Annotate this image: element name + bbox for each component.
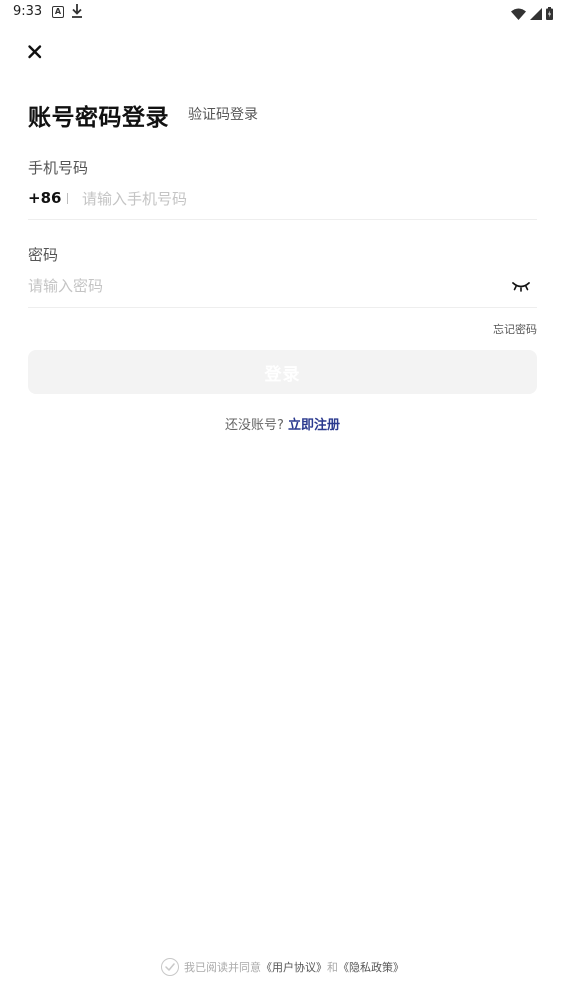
battery-icon [546,5,553,24]
a-notification-icon: A [52,6,64,18]
status-bar: 9:33 A [0,0,565,24]
password-input[interactable] [28,275,498,297]
close-button[interactable] [26,43,44,61]
password-underline [28,307,537,308]
login-screen: 9:33 A 账号密码登录 验证码登录 手机号码 +86 请输入手机号码 密码 … [0,0,565,1004]
register-link[interactable]: 立即注册 [288,418,340,433]
login-button[interactable]: 登录 [28,350,537,394]
eye-closed-icon [512,282,530,292]
close-icon [28,45,42,59]
download-icon [71,3,83,23]
check-icon [165,963,175,971]
signal-icon [530,5,542,24]
agreement-row: 我已阅读并同意 《用户协议》 和 《隐私政策》 [0,958,565,976]
sms-login-tab[interactable]: 验证码登录 [188,104,258,124]
register-row: 还没账号? 立即注册 [0,414,565,433]
privacy-policy-link[interactable]: 《隐私政策》 [338,959,404,975]
country-code-selector[interactable]: +86 [28,189,61,207]
password-label: 密码 [28,246,59,264]
phone-label: 手机号码 [28,159,89,177]
wifi-icon [511,5,526,24]
agreement-prefix: 我已阅读并同意 [184,961,261,974]
country-code-separator [67,193,68,204]
register-prompt: 还没账号? [224,418,284,433]
status-indicators [511,5,553,24]
phone-underline [28,219,537,220]
password-visibility-toggle[interactable] [511,278,531,292]
agreement-checkbox[interactable] [161,958,179,976]
phone-input[interactable] [82,188,522,210]
status-time: 9:33 [13,4,43,19]
forgot-password-link[interactable]: 忘记密码 [493,321,537,337]
page-title: 账号密码登录 [28,105,169,131]
user-agreement-link[interactable]: 《用户协议》 [261,959,327,975]
agreement-conjunction: 和 [327,961,338,974]
